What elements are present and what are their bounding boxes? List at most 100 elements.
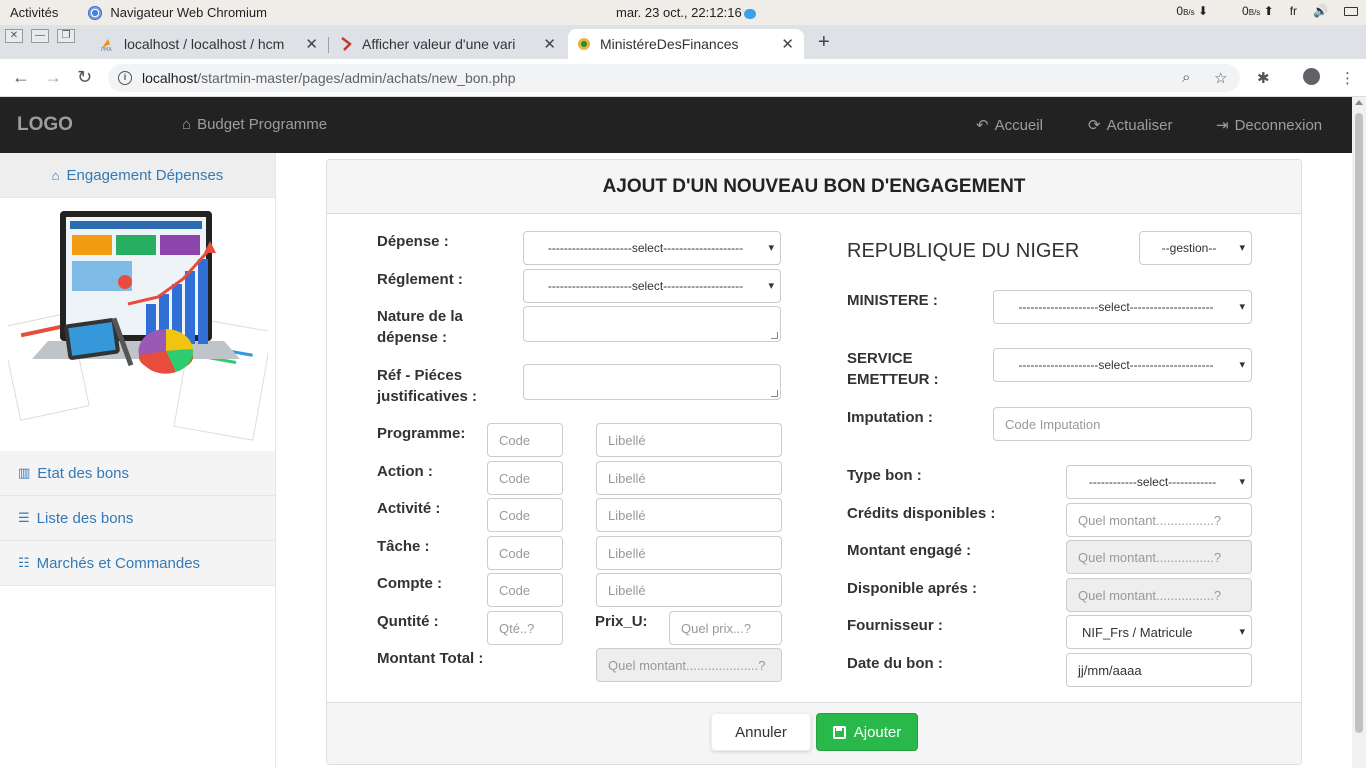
imputation-input[interactable]: Code Imputation [993,407,1252,441]
annuler-button[interactable]: Annuler [711,713,811,751]
site-info-icon[interactable]: i [118,71,132,85]
date-bon-label: Date du bon : [847,655,943,672]
sidebar-item-marches-commandes[interactable]: ☷ Marchés et Commandes [0,541,275,586]
app-menu[interactable]: Navigateur Web Chromium [88,5,267,20]
accueil-link[interactable]: ↶ Accueil [976,116,1043,134]
activities-button[interactable]: Activités [10,5,58,20]
nature-depense-textarea[interactable] [523,306,781,342]
montant-engage-input[interactable]: Quel montant................? [1066,540,1252,574]
tache-code-input[interactable]: Code [487,536,563,570]
url-bar[interactable]: i localhost/startmin-master/pages/admin/… [108,64,1240,92]
sidebar-item-liste-des-bons[interactable]: ☰ Liste des bons [0,496,275,541]
sidebar-item-engagement[interactable]: ⌂ Engagement Dépenses [0,153,275,198]
gestion-select[interactable]: --gestion-- [1139,231,1252,265]
refresh-icon: ⟳ [1088,117,1101,134]
new-tab-icon[interactable]: + [818,31,830,54]
quantite-input[interactable]: Qté..? [487,611,563,645]
programme-libelle-input[interactable]: Libellé [596,423,782,457]
net-up-indicator: 0B/s ⬆ [1242,4,1274,18]
close-tab-icon[interactable]: ✕ [543,35,556,53]
nature-depense-label: Nature de la dépense : [377,308,463,346]
service-emetteur-label: SERVICE EMETTEUR : [847,350,939,388]
browser-toolbar: ← → ↻ i localhost/startmin-master/pages/… [0,59,1366,97]
list-icon: ☰ [18,510,30,525]
app-navbar: LOGO ⌂ Budget Programme ↶ Accueil ⟳ Actuali… [0,97,1352,153]
keyboard-layout[interactable]: fr [1290,4,1297,18]
ref-pieces-textarea[interactable] [523,364,781,400]
action-label: Action : [377,463,433,480]
disponible-apres-input[interactable]: Quel montant................? [1066,578,1252,612]
app-logo[interactable]: LOGO [17,114,73,136]
reload-icon[interactable]: ↻ [77,67,92,88]
tache-libelle-input[interactable]: Libellé [596,536,782,570]
maximize-window-icon[interactable]: ❐ [57,29,75,43]
bar-chart-icon: ▥ [18,465,31,480]
ajouter-button[interactable]: Ajouter [816,713,918,751]
ministere-select[interactable]: --------------------select--------------… [993,290,1252,324]
close-tab-icon[interactable]: ✕ [781,35,794,53]
battery-icon[interactable] [1344,6,1358,16]
credits-disponibles-label: Crédits disponibles : [847,505,996,522]
bookmark-star-icon[interactable]: ☆ [1214,69,1227,87]
quantite-label: Quntité : [377,613,439,630]
close-window-icon[interactable]: ✕ [5,29,23,43]
fournisseur-select[interactable]: NIF_Frs / Matricule [1066,615,1252,649]
action-libelle-input[interactable]: Libellé [596,461,782,495]
compte-label: Compte : [377,575,442,592]
programme-code-input[interactable]: Code [487,423,563,457]
tab-phpmyadmin[interactable]: PMA localhost / localhost / hcm ✕ [92,29,328,59]
tache-label: Tâche : [377,538,430,555]
prix-unitaire-input[interactable]: Quel prix...? [669,611,782,645]
sidebar-item-etat-des-bons[interactable]: ▥ Etat des bons [0,451,275,496]
activite-libelle-input[interactable]: Libellé [596,498,782,532]
credits-disponibles-input[interactable]: Quel montant................? [1066,503,1252,537]
prix-unitaire-label: Prix_U: [595,613,648,630]
volume-icon[interactable]: 🔊 [1313,4,1328,18]
page-scrollbar[interactable] [1352,97,1366,768]
depense-label: Dépense : [377,233,449,250]
imputation-label: Imputation : [847,409,933,426]
activite-code-input[interactable]: Code [487,498,563,532]
clock[interactable]: mar. 23 oct., 22:12:16 [616,5,756,20]
profile-avatar-icon[interactable] [1303,68,1320,85]
actualiser-link[interactable]: ⟳ Actualiser [1088,116,1172,134]
bon-engagement-panel: AJOUT D'UN NOUVEAU BON D'ENGAGEMENT Dépe… [326,159,1302,765]
forward-icon[interactable]: → [44,67,62,88]
deconnexion-link[interactable]: ⇥ Deconnexion [1216,116,1322,134]
notification-icon [743,8,756,19]
action-code-input[interactable]: Code [487,461,563,495]
ministere-label: MINISTERE : [847,292,938,309]
zoom-icon[interactable]: ⌕ [1182,69,1190,86]
extension-icon[interactable]: ✱ [1257,69,1270,87]
system-tray[interactable]: 0B/s ⬇ 0B/s ⬆ fr 🔊 [1176,4,1358,18]
republique-heading: REPUBLIQUE DU NIGER [847,240,1080,262]
montant-total-input[interactable]: Quel montant....................? [596,648,782,682]
indent-icon: ☷ [18,555,30,570]
chromium-icon [88,5,103,20]
type-bon-label: Type bon : [847,467,922,484]
tab-afficher-valeur[interactable]: Afficher valeur d'une vari ✕ [330,29,566,59]
brand-link[interactable]: ⌂ Budget Programme [182,116,327,133]
montant-total-label: Montant Total : [377,650,484,667]
reply-icon: ↶ [976,117,989,134]
service-emetteur-select[interactable]: --------------------select--------------… [993,348,1252,382]
back-icon[interactable]: ← [12,67,30,88]
menu-kebab-icon[interactable]: ⋮ [1340,69,1355,87]
scrollbar-thumb[interactable] [1355,113,1363,733]
app-name: Navigateur Web Chromium [110,5,267,20]
minimize-window-icon[interactable]: — [31,29,49,43]
save-icon [832,725,846,739]
tab-separator [328,37,329,53]
reglement-select[interactable]: ---------------------select-------------… [523,269,781,303]
compte-code-input[interactable]: Code [487,573,563,607]
date-bon-input[interactable]: jj/mm/aaaa [1066,653,1252,687]
depense-select[interactable]: ---------------------select-------------… [523,231,781,265]
close-tab-icon[interactable]: ✕ [305,35,318,53]
home-icon: ⌂ [51,167,60,183]
scroll-up-icon[interactable] [1355,100,1363,105]
type-bon-select[interactable]: ------------select------------ [1066,465,1252,499]
compte-libelle-input[interactable]: Libellé [596,573,782,607]
tab-ministere[interactable]: MinistéreDesFinances ✕ [568,29,804,59]
ref-pieces-label: Réf - Piéces justificatives : [377,367,478,405]
browser-tab-strip: ✕ — ❐ PMA localhost / localhost / hcm ✕ … [0,25,1366,59]
